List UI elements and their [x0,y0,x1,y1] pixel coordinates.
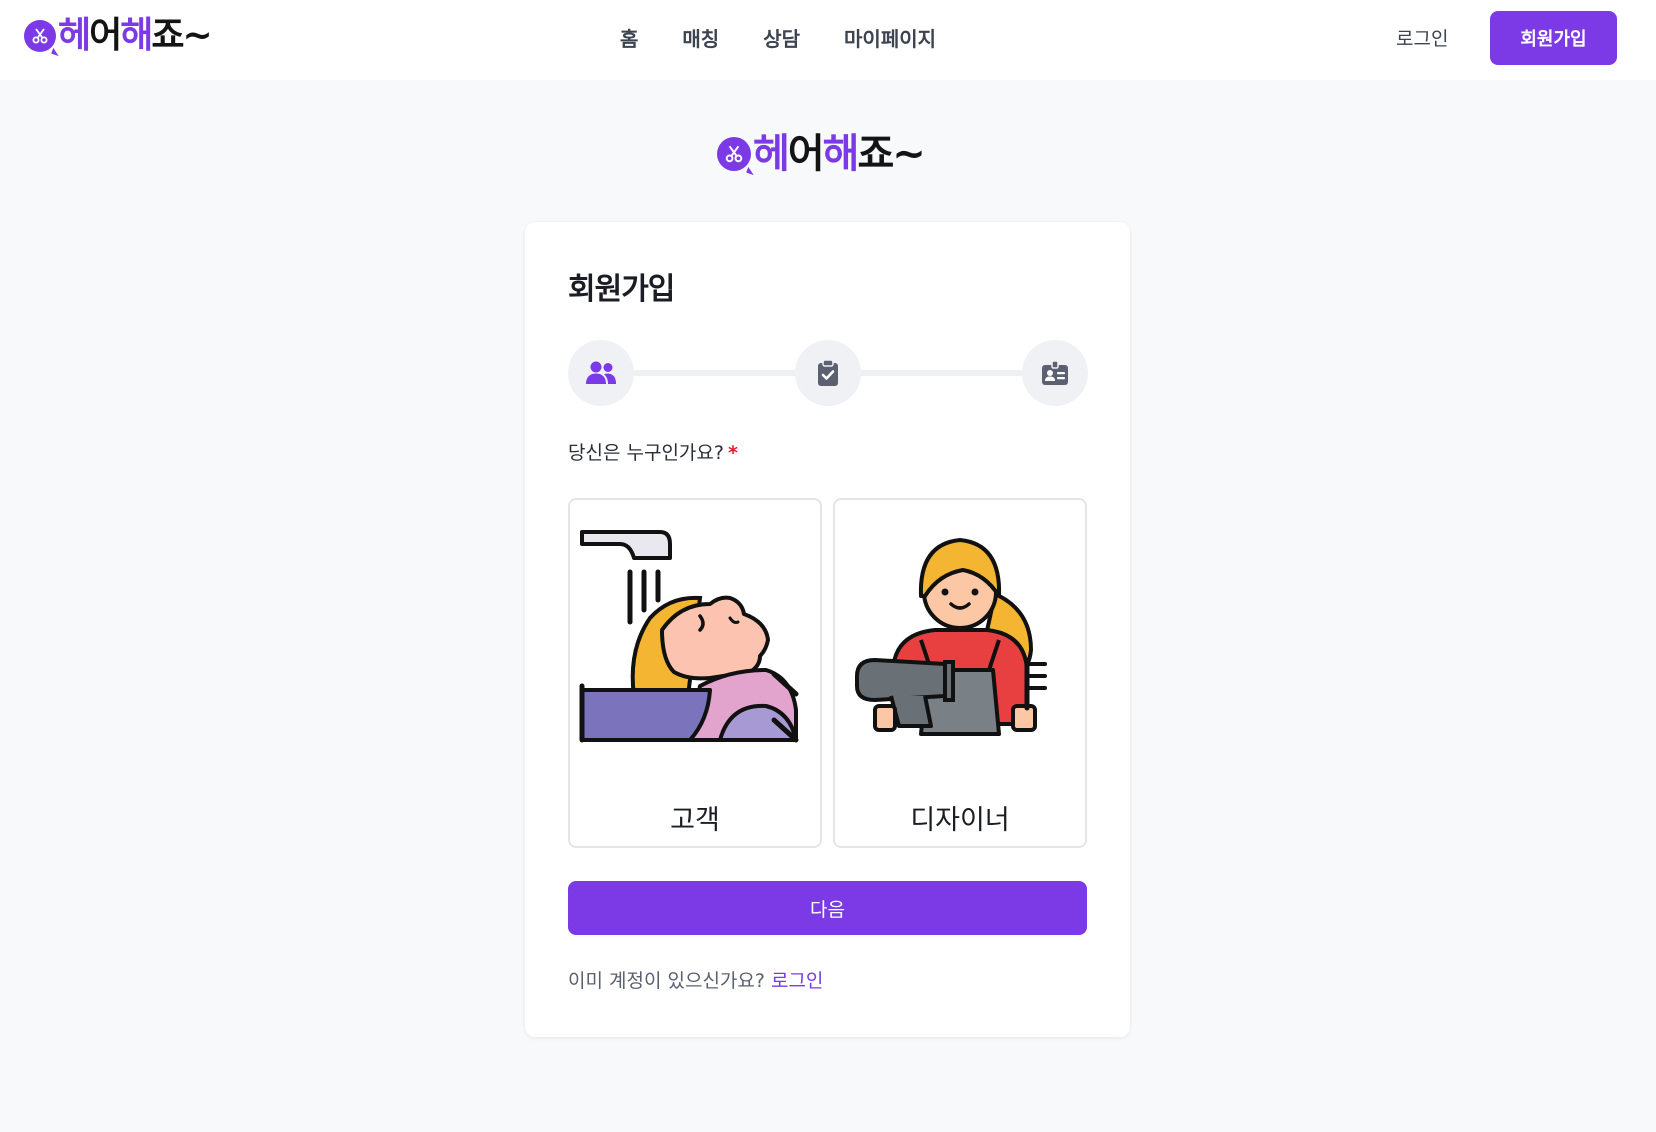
header-signup-button[interactable]: 회원가입 [1490,11,1617,65]
next-button[interactable]: 다음 [568,881,1087,935]
main-nav: 홈 매칭 상담 마이페이지 [620,20,980,54]
signup-card: 회원가입 당신은 누구인가요? * 고객 디자이너 다음 이미 계정이 있으신가… [525,222,1130,1037]
hair-designer-illustration [855,538,1047,736]
nav-item-consult[interactable]: 상담 [763,23,800,52]
step-user-type [568,340,634,406]
login-link[interactable]: 로그인 [771,970,823,992]
login-prompt: 이미 계정이 있으신가요? 로그인 [568,970,824,992]
logo-text: 헤어해죠~ [58,15,213,56]
id-card-icon [1042,360,1068,385]
nav-item-mypage[interactable]: 마이페이지 [844,23,936,52]
role-label-designer: 디자이너 [910,805,1010,836]
header-logo[interactable]: 헤어해죠~ [24,15,213,56]
role-label-customer: 고객 [670,805,720,836]
header-login-link[interactable]: 로그인 [1396,24,1448,51]
step-profile [1022,340,1088,406]
scissors-icon [717,137,751,171]
stepper-connector [861,370,1022,376]
top-header: 헤어해죠~ 홈 매칭 상담 마이페이지 로그인 회원가입 [0,0,1656,80]
role-option-designer[interactable]: 디자이너 [833,498,1087,848]
role-question-label: 당신은 누구인가요? * [568,442,738,464]
required-mark: * [727,442,738,464]
users-icon [586,361,616,384]
role-option-customer[interactable]: 고객 [568,498,822,848]
stepper-connector [634,370,795,376]
center-logo: 헤어해죠~ [717,131,926,177]
step-terms [795,340,861,406]
scissors-icon [24,20,56,52]
nav-item-matching[interactable]: 매칭 [682,23,719,52]
nav-item-home[interactable]: 홈 [620,23,638,52]
hair-washing-customer-illustration [579,530,799,743]
logo-text: 헤어해죠~ [753,131,926,177]
page-title: 회원가입 [568,272,675,307]
clipboard-check-icon [818,359,838,386]
